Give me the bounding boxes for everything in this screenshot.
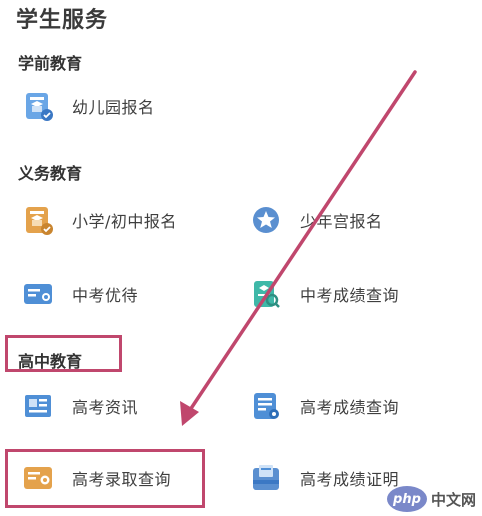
exam-preference-icon bbox=[24, 284, 52, 304]
section-title-preschool: 学前教育 bbox=[18, 54, 83, 73]
section-title-compulsory: 义务教育 bbox=[18, 164, 83, 183]
kindergarten-signup-icon bbox=[26, 93, 53, 121]
watermark-logo: php bbox=[386, 486, 427, 512]
exam-score-search-icon bbox=[254, 281, 280, 308]
item-school-signup[interactable]: 小学/初中报名 bbox=[22, 204, 177, 236]
item-exam-news[interactable]: 高考资讯 bbox=[22, 390, 138, 422]
item-label: 中考成绩查询 bbox=[300, 286, 400, 305]
youth-palace-icon bbox=[253, 207, 279, 233]
section-title-highschool: 高中教育 bbox=[18, 352, 83, 371]
item-label: 小学/初中报名 bbox=[72, 212, 177, 231]
item-kindergarten-signup[interactable]: 幼儿园报名 bbox=[22, 90, 155, 122]
item-label: 幼儿园报名 bbox=[72, 98, 155, 117]
watermark: php 中文网 bbox=[386, 486, 476, 512]
item-exam-preference[interactable]: 中考优待 bbox=[22, 278, 138, 310]
item-label: 中考优待 bbox=[72, 286, 139, 305]
item-label: 高考资讯 bbox=[72, 398, 139, 417]
item-admission-search[interactable]: 高考录取查询 bbox=[22, 462, 171, 494]
item-label: 高考录取查询 bbox=[72, 470, 172, 489]
item-label: 高考成绩查询 bbox=[300, 398, 400, 417]
page-title: 学生服务 bbox=[16, 8, 109, 33]
school-signup-icon bbox=[26, 207, 53, 235]
score-certificate-icon bbox=[253, 465, 279, 490]
annotation-arrow bbox=[180, 70, 417, 426]
item-score-certificate[interactable]: 高考成绩证明 bbox=[250, 462, 399, 494]
news-icon bbox=[25, 395, 51, 417]
item-youth-palace[interactable]: 少年宫报名 bbox=[250, 204, 383, 236]
item-exam-score-query[interactable]: 高考成绩查询 bbox=[250, 390, 399, 422]
item-label: 少年宫报名 bbox=[300, 212, 383, 231]
score-document-icon bbox=[254, 393, 279, 419]
watermark-text: 中文网 bbox=[430, 490, 476, 509]
item-label: 高考成绩证明 bbox=[300, 470, 400, 489]
admission-search-icon bbox=[24, 467, 52, 489]
item-exam-score-search[interactable]: 中考成绩查询 bbox=[250, 278, 399, 310]
